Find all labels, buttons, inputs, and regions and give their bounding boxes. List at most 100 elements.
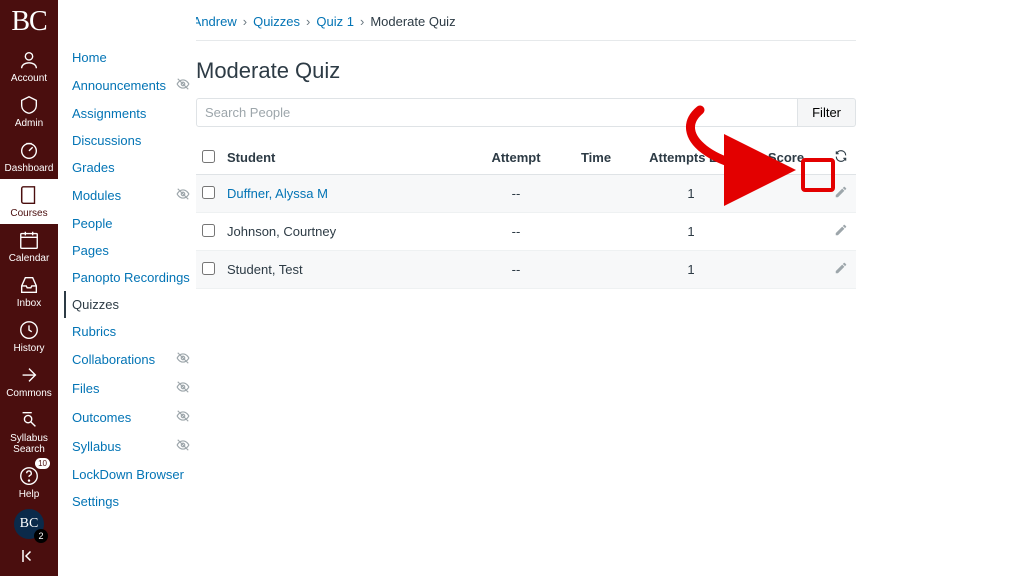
sidebar-item-syllabus[interactable]: Syllabus xyxy=(64,432,196,461)
col-attempts-left: Attempts Left xyxy=(636,141,746,175)
chevron-right-icon: › xyxy=(306,14,310,29)
edit-icon[interactable] xyxy=(834,261,848,275)
sidebar-item-label: Rubrics xyxy=(72,324,116,339)
table-row: Duffner, Alyssa M--1 xyxy=(196,175,856,213)
avatar[interactable]: BC xyxy=(14,509,44,539)
sidebar-item-files[interactable]: Files xyxy=(64,374,196,403)
col-time: Time xyxy=(556,141,636,175)
sidebar-item-label: Panopto Recordings xyxy=(72,270,190,285)
nav-help[interactable]: Help10 xyxy=(0,460,58,505)
cell-score xyxy=(746,251,826,289)
cell-score xyxy=(746,213,826,251)
hidden-icon xyxy=(176,187,190,204)
collapse-nav-icon[interactable] xyxy=(20,547,38,568)
cell-attempts-left: 1 xyxy=(636,213,746,251)
nav-label: SyllabusSearch xyxy=(10,433,48,455)
sidebar-item-grades[interactable]: Grades xyxy=(64,154,196,181)
nav-label: Inbox xyxy=(17,298,41,309)
sidebar-item-outcomes[interactable]: Outcomes xyxy=(64,403,196,432)
nav-courses[interactable]: Courses xyxy=(0,179,58,224)
sidebar-item-label: People xyxy=(72,216,112,231)
filter-button[interactable]: Filter xyxy=(798,98,856,127)
sidebar-item-label: Discussions xyxy=(72,133,141,148)
sidebar-item-label: Modules xyxy=(72,188,121,203)
sidebar-item-lockdown[interactable]: LockDown Browser xyxy=(64,461,196,488)
sidebar-item-people[interactable]: People xyxy=(64,210,196,237)
breadcrumb-item[interactable]: Quizzes xyxy=(253,14,300,29)
row-checkbox[interactable] xyxy=(202,262,215,275)
course-nav: Home Announcements Assignments Discussions G… xyxy=(58,0,196,576)
global-nav-footer: BC xyxy=(0,509,58,576)
sidebar-item-label: Settings xyxy=(72,494,119,509)
chevron-right-icon: › xyxy=(243,14,247,29)
badge-count: 10 xyxy=(35,458,50,469)
table-row: Student, Test -- 1 xyxy=(196,251,856,289)
edit-icon[interactable] xyxy=(834,223,848,237)
global-nav: BC Account Admin Dashboard Courses Calendar I… xyxy=(0,0,58,576)
sidebar-item-panopto[interactable]: Panopto Recordings xyxy=(64,264,196,291)
col-student: Student xyxy=(221,141,476,175)
hidden-icon xyxy=(176,77,190,94)
chevron-right-icon: › xyxy=(360,14,364,29)
nav-history[interactable]: History xyxy=(0,314,58,359)
nav-label: Calendar xyxy=(9,253,50,264)
cell-time xyxy=(556,175,636,213)
sidebar-item-label: Outcomes xyxy=(72,410,131,425)
sidebar-item-quizzes[interactable]: Quizzes xyxy=(64,291,196,318)
page-title: Moderate Quiz xyxy=(196,58,856,84)
nav-label: Dashboard xyxy=(5,163,54,174)
nav-label: Courses xyxy=(10,208,47,219)
nav-admin[interactable]: Admin xyxy=(0,89,58,134)
moderate-table: Student Attempt Time Attempts Left Score… xyxy=(196,141,856,289)
sidebar-item-collaborations[interactable]: Collaborations xyxy=(64,345,196,374)
select-all-checkbox[interactable] xyxy=(202,150,215,163)
sidebar-item-label: LockDown Browser xyxy=(72,467,184,482)
nav-account[interactable]: Account xyxy=(0,44,58,89)
sidebar-item-label: Home xyxy=(72,50,107,65)
row-checkbox[interactable] xyxy=(202,186,215,199)
nav-calendar[interactable]: Calendar xyxy=(0,224,58,269)
row-checkbox[interactable] xyxy=(202,224,215,237)
nav-label: Commons xyxy=(6,388,52,399)
hidden-icon xyxy=(176,409,190,426)
nav-label: Admin xyxy=(15,118,43,129)
nav-label: History xyxy=(13,343,44,354)
nav-syllabus[interactable]: SyllabusSearch xyxy=(0,404,58,460)
annotation-highlight-box xyxy=(801,158,835,192)
cell-attempt: -- xyxy=(476,251,556,289)
edit-icon[interactable] xyxy=(834,185,848,199)
sidebar-item-discussions[interactable]: Discussions xyxy=(64,127,196,154)
sidebar-item-label: Quizzes xyxy=(72,297,119,312)
cell-time xyxy=(556,251,636,289)
cell-time xyxy=(556,213,636,251)
nav-dashboard[interactable]: Dashboard xyxy=(0,134,58,179)
sidebar-item-home[interactable]: Home xyxy=(64,44,196,71)
breadcrumb-item: Moderate Quiz xyxy=(370,14,455,29)
student-name: Johnson, Courtney xyxy=(227,224,336,239)
refresh-icon[interactable] xyxy=(834,149,848,163)
brand-logo: BC xyxy=(11,0,46,44)
sidebar-item-label: Syllabus xyxy=(72,439,121,454)
sidebar-item-label: Announcements xyxy=(72,78,166,93)
student-name: Student, Test xyxy=(227,262,303,277)
sidebar-item-label: Files xyxy=(72,381,99,396)
sidebar-item-rubrics[interactable]: Rubrics xyxy=(64,318,196,345)
student-link[interactable]: Duffner, Alyssa M xyxy=(227,186,328,201)
hidden-icon xyxy=(176,380,190,397)
sidebar-item-assignments[interactable]: Assignments xyxy=(64,100,196,127)
cell-attempt: -- xyxy=(476,175,556,213)
nav-commons[interactable]: Commons xyxy=(0,359,58,404)
sidebar-item-label: Assignments xyxy=(72,106,146,121)
nav-label: Account xyxy=(11,73,47,84)
cell-attempts-left: 1 xyxy=(636,251,746,289)
sidebar-item-pages[interactable]: Pages xyxy=(64,237,196,264)
topbar: Practice Site for Andrew›Quizzes›Quiz 1›… xyxy=(64,10,1014,33)
sidebar-item-label: Collaborations xyxy=(72,352,155,367)
search-input[interactable] xyxy=(196,98,798,127)
sidebar-item-modules[interactable]: Modules xyxy=(64,181,196,210)
sidebar-item-settings[interactable]: Settings xyxy=(64,488,196,515)
sidebar-item-announcements[interactable]: Announcements xyxy=(64,71,196,100)
breadcrumb-item[interactable]: Quiz 1 xyxy=(316,14,354,29)
nav-inbox[interactable]: Inbox xyxy=(0,269,58,314)
col-attempt: Attempt xyxy=(476,141,556,175)
